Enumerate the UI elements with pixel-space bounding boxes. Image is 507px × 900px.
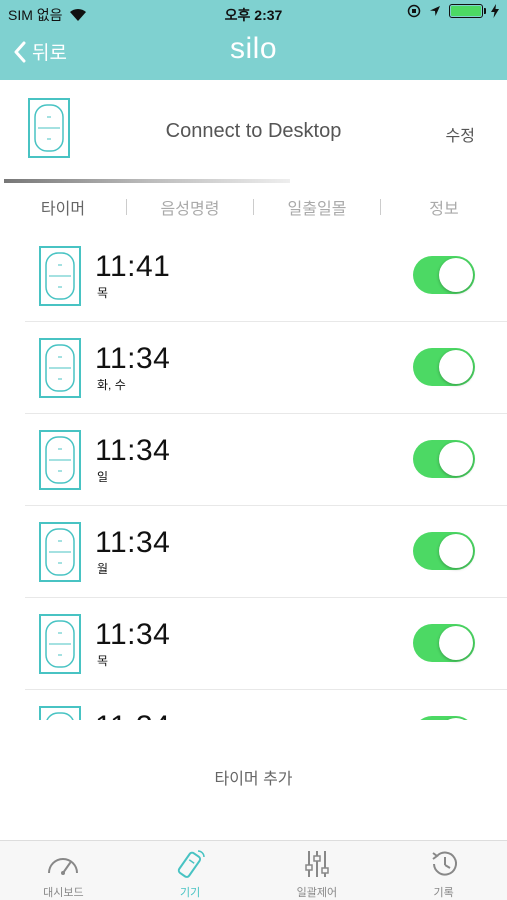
device-switch-icon	[39, 706, 81, 720]
silo-logo: silo	[229, 32, 277, 65]
history-icon	[432, 851, 457, 876]
timer-toggle[interactable]	[413, 532, 475, 570]
battery-icon	[449, 4, 486, 18]
tabbar-item-device[interactable]: 기기	[127, 841, 254, 900]
tabbar-label: 기기	[180, 887, 201, 899]
remote-icon	[177, 850, 205, 878]
status-bar: SIM 없음 오후 2:37	[0, 0, 507, 26]
tab-voice-command[interactable]: 음성명령	[127, 195, 253, 219]
tabbar-item-history[interactable]: 기록	[380, 841, 507, 900]
tab-info[interactable]: 정보	[381, 195, 507, 219]
bottom-tabbar: 대시보드 기기 일괄제어 기록	[0, 840, 507, 900]
tabbar-label: 기록	[433, 887, 454, 899]
tabbar-label: 대시보드	[43, 887, 84, 899]
tab-timer[interactable]: 타이머	[0, 195, 126, 219]
device-header: Connect to Desktop 수정	[0, 80, 507, 180]
edit-button[interactable]: 수정	[446, 122, 475, 146]
timer-toggle[interactable]	[413, 348, 475, 386]
timer-toggle[interactable]	[413, 716, 475, 720]
timer-days: 일	[97, 470, 109, 484]
orientation-lock-icon	[407, 4, 421, 18]
device-name: Connect to Desktop	[165, 120, 342, 142]
toggle-knob	[439, 626, 473, 660]
toggle-knob	[439, 258, 473, 292]
tabbar-label: 일괄제어	[296, 887, 338, 899]
timer-time: 11:34	[95, 434, 171, 467]
timer-list[interactable]: 11:41 목 11:34 화, 수 11:34 일 11:34 월 11:34…	[0, 230, 507, 720]
timer-days: 화, 수	[97, 378, 126, 392]
timer-toggle[interactable]	[413, 624, 475, 662]
progress-divider	[4, 179, 290, 183]
sliders-icon	[305, 851, 329, 877]
charging-icon	[491, 4, 499, 18]
tabbar-item-dashboard[interactable]: 대시보드	[0, 841, 127, 900]
timer-time: 11:41	[95, 250, 171, 283]
device-switch-icon	[39, 338, 81, 398]
speedometer-icon	[48, 858, 79, 875]
add-timer-button[interactable]: 타이머 추가	[0, 765, 507, 789]
device-switch-icon	[39, 522, 81, 582]
toggle-knob	[439, 350, 473, 384]
timer-time: 11:34	[95, 526, 171, 559]
timer-days: 목	[97, 286, 109, 300]
timer-toggle[interactable]	[413, 256, 475, 294]
timer-days: 목	[97, 654, 109, 668]
segment-tabs: 타이머 음성명령 일출일몰 정보	[0, 190, 507, 224]
timer-row[interactable]: 11:34 목	[25, 598, 507, 690]
timer-toggle[interactable]	[413, 440, 475, 478]
toggle-knob	[439, 534, 473, 568]
timer-row[interactable]: 11:41 목	[25, 230, 507, 322]
timer-days: 월	[97, 562, 109, 576]
toggle-knob	[439, 718, 473, 720]
timer-row[interactable]: 11:34 월	[25, 506, 507, 598]
tabbar-item-batch-control[interactable]: 일괄제어	[254, 841, 381, 900]
timer-row[interactable]: 11:34 화, 수	[25, 322, 507, 414]
location-icon	[430, 6, 440, 16]
status-right	[407, 4, 499, 18]
timer-time: 11:34	[95, 342, 171, 375]
toggle-knob	[439, 442, 473, 476]
device-switch-icon	[39, 614, 81, 674]
tab-sunrise-sunset[interactable]: 일출일몰	[254, 195, 380, 219]
nav-header: SIM 없음 오후 2:37 뒤로 silo	[0, 0, 507, 80]
timer-time: 11:34	[95, 710, 170, 720]
timer-row[interactable]: 11:34	[25, 690, 507, 720]
timer-row[interactable]: 11:34 일	[25, 414, 507, 506]
device-switch-icon	[39, 246, 81, 306]
device-switch-icon	[39, 430, 81, 490]
timer-time: 11:34	[95, 618, 171, 651]
